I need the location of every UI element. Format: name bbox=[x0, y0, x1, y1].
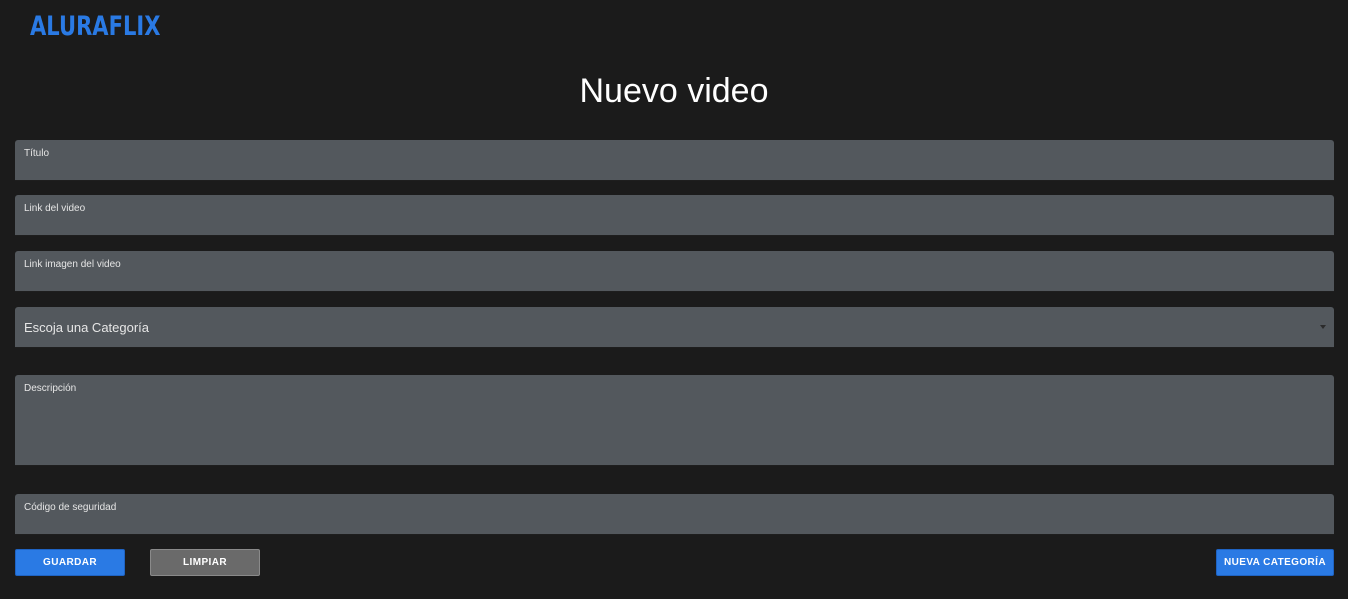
descripcion-label: Descripción bbox=[24, 383, 77, 394]
titulo-field[interactable]: Título bbox=[15, 140, 1334, 181]
page-title: Nuevo video bbox=[579, 72, 769, 110]
titulo-input[interactable] bbox=[24, 161, 1325, 176]
link-imagen-label: Link imagen del video bbox=[24, 259, 121, 270]
limpiar-button[interactable]: LIMPIAR bbox=[150, 549, 260, 576]
codigo-seguridad-label: Código de seguridad bbox=[24, 502, 117, 513]
nueva-categoria-button[interactable]: NUEVA CATEGORÍA bbox=[1216, 549, 1334, 576]
titulo-label: Título bbox=[24, 148, 50, 159]
link-video-field[interactable]: Link del video bbox=[15, 195, 1334, 236]
codigo-seguridad-field[interactable]: Código de seguridad bbox=[15, 494, 1334, 535]
codigo-seguridad-input[interactable] bbox=[24, 515, 1325, 530]
link-imagen-field[interactable]: Link imagen del video bbox=[15, 251, 1334, 292]
caret-down-icon bbox=[1320, 325, 1326, 329]
link-imagen-input[interactable] bbox=[24, 272, 1325, 287]
link-video-label: Link del video bbox=[24, 203, 86, 214]
guardar-button[interactable]: GUARDAR bbox=[15, 549, 125, 576]
link-video-input[interactable] bbox=[24, 216, 1325, 231]
categoria-select[interactable]: Escoja una Categoría bbox=[15, 307, 1334, 348]
aluraflix-logo[interactable]: ALURAFLIX bbox=[30, 10, 160, 44]
descripcion-field[interactable]: Descripción bbox=[15, 375, 1334, 466]
descripcion-textarea[interactable] bbox=[24, 399, 1325, 461]
categoria-select-value: Escoja una Categoría bbox=[24, 320, 150, 335]
